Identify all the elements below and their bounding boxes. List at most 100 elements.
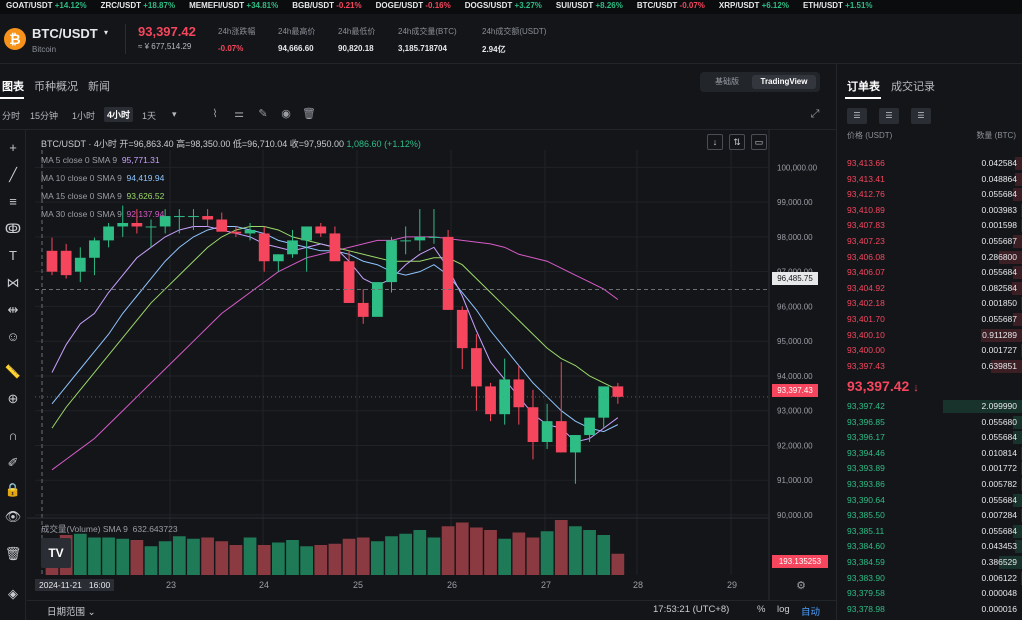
candle-body (456, 309, 468, 349)
interval-1h[interactable]: 1小时 (72, 109, 95, 122)
ask-row[interactable]: 93,410.89 0.003983 (837, 203, 1022, 219)
bid-row[interactable]: 93,390.64 0.055684 (837, 493, 1022, 509)
lock-icon[interactable]: 🔒 (3, 480, 23, 500)
ask-row[interactable]: 93,413.41 0.048864 (837, 172, 1022, 188)
measure-icon[interactable]: ⇹ (3, 300, 23, 320)
trash-icon[interactable]: 🗑 (3, 544, 23, 564)
interval-15m[interactable]: 15分钟 (30, 109, 58, 122)
candle-body (400, 240, 412, 242)
ask-row[interactable]: 93,397.43 0.639851 (837, 359, 1022, 375)
price-chart[interactable]: 100,000.0099,000.0098,000.0097,000.0096,… (27, 130, 836, 600)
ask-row[interactable]: 93,400.10 0.911289 (837, 328, 1022, 344)
trendline-icon[interactable]: ╱ (3, 165, 23, 185)
bid-row[interactable]: 93,385.50 0.007284 (837, 508, 1022, 524)
bid-row[interactable]: 93,396.85 0.055680 (837, 415, 1022, 431)
interval-1d[interactable]: 1天 (142, 109, 156, 122)
bid-row[interactable]: 93,385.11 0.055684 (837, 524, 1022, 540)
candle-body (513, 379, 525, 408)
ask-row[interactable]: 93,406.08 0.286800 (837, 250, 1022, 266)
row-price: 93,413.41 (847, 173, 885, 184)
interval-4h[interactable]: 4小时 (104, 107, 134, 122)
settings-sliders-icon[interactable]: ⚌ (232, 107, 246, 121)
collapse-icon[interactable]: ⇅ (729, 134, 745, 150)
auto-toggle[interactable]: 自动 (801, 604, 820, 618)
bid-row[interactable]: 93,393.86 0.005782 (837, 477, 1022, 493)
ticker-item[interactable]: SUI/USDT +8.26% (556, 0, 623, 12)
ticker-item[interactable]: DOGE/USDT -0.16% (376, 0, 451, 12)
bid-row[interactable]: 93,397.42 2.099990 (837, 399, 1022, 415)
eye-icon[interactable]: 👁 (3, 507, 23, 527)
ask-row[interactable]: 93,400.00 0.001727 (837, 343, 1022, 359)
ticker-item[interactable]: MEMEFI/USDT +34.81% (189, 0, 278, 12)
chevron-down-icon[interactable]: ▾ (104, 28, 108, 37)
bid-row[interactable]: 93,384.60 0.043453 (837, 539, 1022, 555)
fullscreen-icon[interactable]: ⤢ (808, 107, 822, 121)
tab-chart[interactable]: 图表 (2, 78, 24, 94)
ask-row[interactable]: 93,401.70 0.055687 (837, 312, 1022, 328)
both-sides-icon[interactable]: ☰ (847, 108, 867, 124)
ticker-item[interactable]: BTC/USDT -0.07% (637, 0, 705, 12)
ticker-item[interactable]: BGB/USDT -0.21% (292, 0, 361, 12)
percent-toggle[interactable]: % (757, 604, 765, 615)
magnet-icon[interactable]: ∩ (3, 426, 23, 446)
candle-body (89, 240, 100, 258)
ticker-item[interactable]: DOGS/USDT +3.27% (465, 0, 542, 12)
row-price: 93,383.90 (847, 572, 885, 583)
trash-icon[interactable]: 🗑 (302, 107, 316, 121)
y-tick-label: 100,000.00 (777, 163, 818, 172)
asks-only-icon[interactable]: ☰ (911, 108, 931, 124)
indicator-icon[interactable]: ⌇ (208, 107, 222, 121)
camera-icon[interactable]: ◉ (279, 107, 293, 121)
volume-bar (498, 538, 512, 575)
bid-row[interactable]: 93,378.98 0.000016 (837, 602, 1022, 618)
ticker-item[interactable]: GOAT/USDT +14.12% (6, 0, 87, 12)
pencil-icon[interactable]: ✎ (256, 107, 270, 121)
tab-news[interactable]: 新闻 (88, 78, 110, 94)
bid-row[interactable]: 93,394.46 0.010814 (837, 446, 1022, 462)
bid-row[interactable]: 93,384.59 0.386529 (837, 555, 1022, 571)
ask-row[interactable]: 93,412.76 0.055684 (837, 187, 1022, 203)
settings-icon[interactable]: ▭ (751, 134, 767, 150)
emoji-icon[interactable]: ☺ (3, 327, 23, 347)
lock-drawing-icon[interactable]: ✐ (3, 453, 23, 473)
chevron-down-icon[interactable]: ↓ (707, 134, 723, 150)
last-price-tag: 93,397.43 (772, 384, 818, 397)
row-quantity: 0.386529 (981, 557, 1017, 567)
tab-orderbook[interactable]: 订单表 (847, 78, 880, 94)
ticker-item[interactable]: XRP/USDT +6.12% (719, 0, 789, 12)
bid-row[interactable]: 93,396.17 0.055684 (837, 430, 1022, 446)
pair-selector[interactable]: BTC/USDT (32, 26, 98, 41)
ask-row[interactable]: 93,407.83 0.001598 (837, 218, 1022, 234)
bid-row[interactable]: 93,379.58 0.000048 (837, 586, 1022, 602)
tradingview-button[interactable]: TradingView (752, 75, 816, 89)
bid-row[interactable]: 93,393.89 0.001772 (837, 461, 1022, 477)
bids-only-icon[interactable]: ☰ (879, 108, 899, 124)
ticker-item[interactable]: ZRC/USDT +18.87% (101, 0, 176, 12)
brush-icon[interactable]: ↂ (3, 219, 23, 239)
ask-row[interactable]: 93,413.66 0.042584 (837, 156, 1022, 172)
log-toggle[interactable]: log (777, 604, 790, 615)
layers-icon[interactable]: ◈ (3, 584, 23, 604)
market-header: ₿ BTC/USDT ▾ Bitcoin 93,397.42 ≈ ¥ 677,5… (0, 14, 1022, 64)
candle-body (46, 250, 58, 272)
basic-view-button[interactable]: 基础版 (704, 75, 750, 89)
gear-icon[interactable]: ⚙ (793, 578, 809, 594)
interval-time[interactable]: 分时 (2, 109, 20, 122)
x-tick-label: 29 (727, 580, 737, 590)
interval-more-chevron-icon[interactable]: ▾ (172, 109, 177, 120)
ticker-item[interactable]: ETH/USDT +1.51% (803, 0, 873, 12)
ask-row[interactable]: 93,406.07 0.055684 (837, 265, 1022, 281)
ruler-icon[interactable]: 📏 (3, 362, 23, 382)
ask-row[interactable]: 93,407.23 0.055687 (837, 234, 1022, 250)
tab-trades[interactable]: 成交记录 (891, 78, 935, 94)
bid-row[interactable]: 93,383.90 0.006122 (837, 571, 1022, 587)
text-icon[interactable]: T (3, 246, 23, 266)
zoom-in-icon[interactable]: ⊕ (3, 389, 23, 409)
ask-row[interactable]: 93,404.92 0.082584 (837, 281, 1022, 297)
pattern-icon[interactable]: ⋈ (3, 273, 23, 293)
date-range-button[interactable]: 日期范围 ⌄ (47, 604, 96, 618)
ask-row[interactable]: 93,402.18 0.001850 (837, 296, 1022, 312)
tab-overview[interactable]: 币种概况 (34, 78, 78, 94)
horizontal-lines-icon[interactable]: ≡ (3, 192, 23, 212)
crosshair-icon[interactable]: + (3, 138, 23, 158)
